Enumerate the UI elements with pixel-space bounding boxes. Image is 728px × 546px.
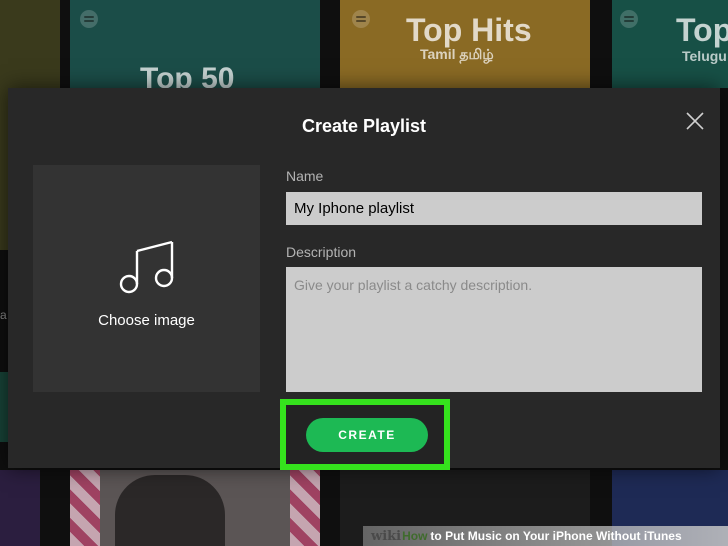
tile-title: Top Hits: [406, 12, 532, 48]
spotify-logo-icon: [352, 10, 370, 28]
watermark-text: to Put Music on Your iPhone Without iTun…: [430, 529, 682, 543]
playlist-tile-tophits: Top Hits Tamil தமிழ்: [340, 0, 590, 88]
spotify-logo-icon: [620, 10, 638, 28]
name-label: Name: [286, 168, 324, 184]
playlist-tile: [0, 470, 40, 546]
music-note-icon: [117, 239, 177, 299]
playlist-tile-artist: [70, 470, 320, 546]
description-label: Description: [286, 244, 357, 260]
watermark: wiki How to Put Music on Your iPhone Wit…: [363, 526, 728, 546]
watermark-brand: wiki: [371, 528, 402, 544]
tile-subtitle: Tamil தமிழ்: [420, 46, 494, 62]
name-input[interactable]: [286, 192, 702, 225]
tile-subtitle: Telugu: [682, 48, 727, 64]
create-playlist-dialog: Create Playlist Choose image Name Descri…: [8, 88, 720, 470]
tile-title: Top: [676, 12, 728, 48]
create-button[interactable]: CREATE: [306, 418, 428, 452]
spotify-logo-icon: [80, 10, 98, 28]
choose-image-button[interactable]: Choose image: [33, 165, 260, 392]
choose-image-label: Choose image: [98, 312, 195, 329]
dialog-title: Create Playlist: [301, 116, 427, 136]
artist-photo: [115, 475, 225, 546]
playlist-tile-right: Top Telugu: [612, 0, 728, 88]
decorative-stripes: [290, 470, 320, 546]
playlist-tile-top50: Top 50: [70, 0, 320, 88]
edge-text: a: [0, 308, 7, 322]
description-input[interactable]: [286, 267, 702, 392]
close-icon[interactable]: [684, 110, 706, 132]
tile-title: Top 50: [140, 62, 235, 89]
decorative-stripes: [70, 470, 100, 546]
watermark-how: How: [402, 529, 428, 543]
